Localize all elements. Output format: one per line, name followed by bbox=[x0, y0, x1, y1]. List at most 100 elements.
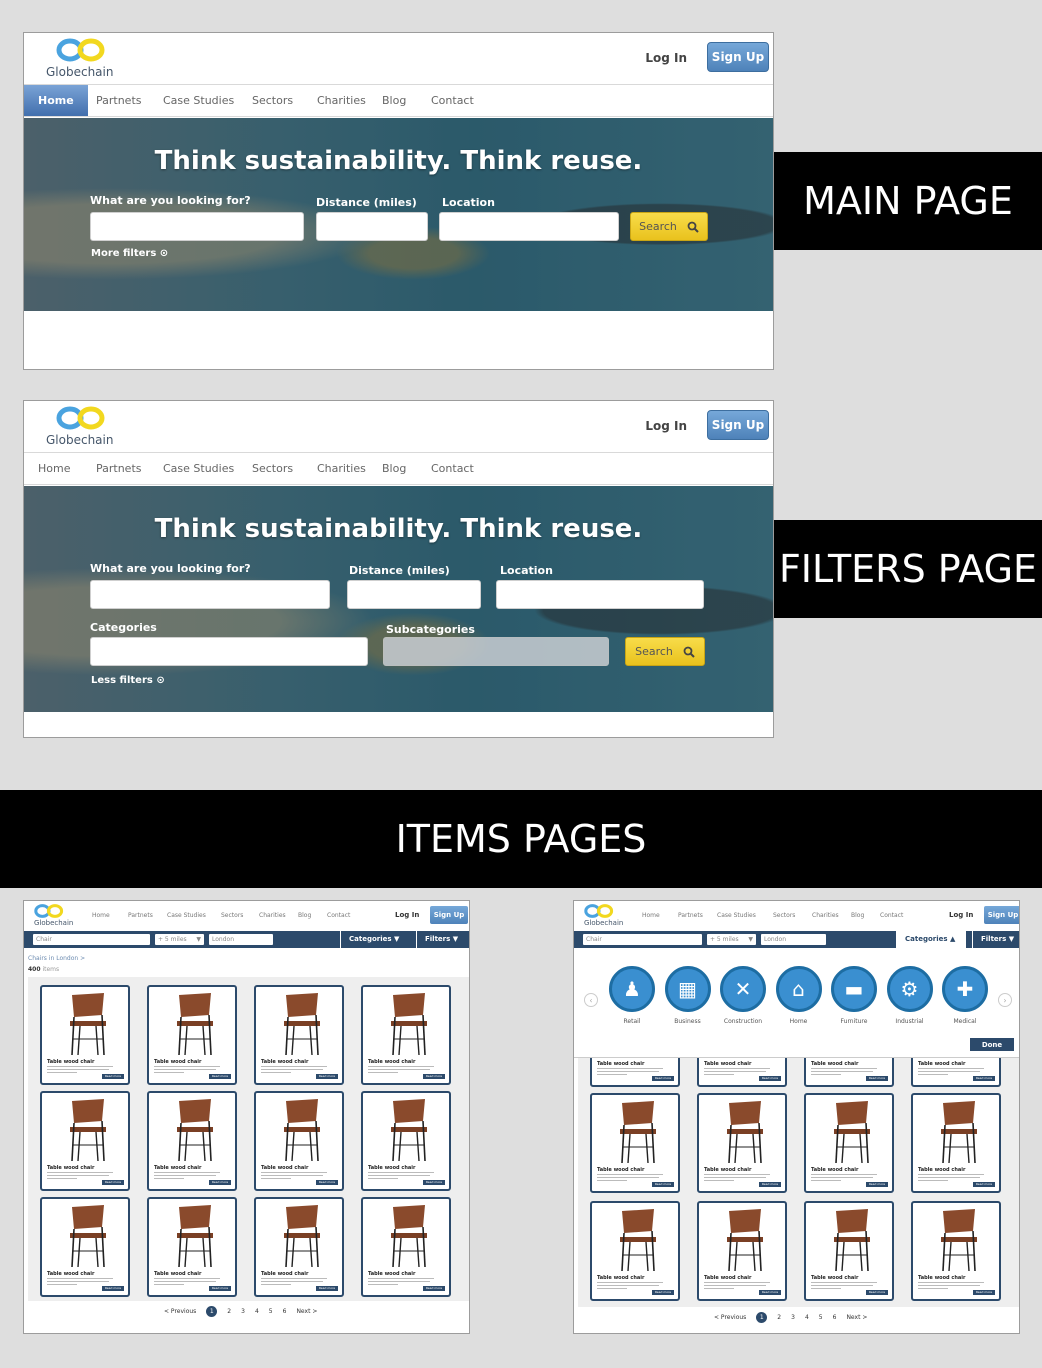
location-input[interactable]: London bbox=[209, 934, 273, 945]
item-card[interactable]: Table wood chair Read more bbox=[40, 985, 130, 1085]
read-more-button[interactable]: Read more bbox=[866, 1290, 888, 1295]
nav-blog[interactable]: Blog bbox=[382, 85, 406, 116]
pager-prev[interactable]: < Previous bbox=[164, 1308, 196, 1315]
read-more-button[interactable]: Read more bbox=[102, 1180, 124, 1185]
item-card[interactable]: Table wood chair Read more bbox=[590, 1057, 680, 1087]
nav-partners[interactable]: Partnets bbox=[96, 85, 142, 116]
item-card[interactable]: Table wood chair Read more bbox=[697, 1057, 787, 1087]
globechain-logo[interactable]: Globechain bbox=[46, 405, 118, 449]
what-input[interactable] bbox=[90, 212, 304, 241]
pager-page-6[interactable]: 6 bbox=[833, 1314, 837, 1321]
signup-button[interactable]: Sign Up bbox=[984, 906, 1019, 924]
subcategories-input[interactable] bbox=[383, 637, 609, 666]
pager-prev[interactable]: < Previous bbox=[714, 1314, 746, 1321]
location-input[interactable]: London bbox=[761, 934, 826, 945]
item-card[interactable]: Table wood chair Read more bbox=[147, 1197, 237, 1297]
category-medical[interactable]: ✚ Medical bbox=[941, 966, 989, 1025]
chevron-right-icon[interactable]: › bbox=[998, 993, 1012, 1007]
pager-page-5[interactable]: 5 bbox=[819, 1314, 823, 1321]
read-more-button[interactable]: Read more bbox=[866, 1182, 888, 1187]
item-card[interactable]: Table wood chair Read more bbox=[911, 1093, 1001, 1193]
login-link[interactable]: Log In bbox=[395, 911, 419, 919]
read-more-button[interactable]: Read more bbox=[973, 1290, 995, 1295]
categories-input[interactable] bbox=[90, 637, 368, 666]
item-card[interactable]: Table wood chair Read more bbox=[254, 1197, 344, 1297]
read-more-button[interactable]: Read more bbox=[316, 1074, 338, 1079]
filters-dropdown[interactable]: Filters ▼ bbox=[416, 931, 469, 948]
nav-home[interactable]: Home bbox=[642, 912, 660, 919]
item-card[interactable]: Table wood chair Read more bbox=[911, 1201, 1001, 1301]
category-home[interactable]: ⌂ Home bbox=[775, 966, 823, 1025]
categories-dropdown[interactable]: Categories ▼ bbox=[340, 931, 410, 948]
chevron-left-icon[interactable]: ‹ bbox=[584, 993, 598, 1007]
item-card[interactable]: Table wood chair Read more bbox=[147, 985, 237, 1085]
nav-contact[interactable]: Contact bbox=[431, 453, 474, 484]
pager-page-5[interactable]: 5 bbox=[269, 1308, 273, 1315]
pager-next[interactable]: Next > bbox=[296, 1308, 317, 1315]
signup-button[interactable]: Sign Up bbox=[707, 410, 769, 440]
nav-partners[interactable]: Partnets bbox=[128, 912, 153, 919]
pager-page-1[interactable]: 1 bbox=[756, 1312, 768, 1323]
filters-dropdown[interactable]: Filters ▼ bbox=[972, 931, 1019, 948]
read-more-button[interactable]: Read more bbox=[652, 1182, 674, 1187]
item-card[interactable]: Table wood chair Read more bbox=[40, 1197, 130, 1297]
item-card[interactable]: Table wood chair Read more bbox=[911, 1057, 1001, 1087]
nav-charities[interactable]: Charities bbox=[812, 912, 839, 919]
item-card[interactable]: Table wood chair Read more bbox=[804, 1093, 894, 1193]
globechain-logo[interactable] bbox=[584, 903, 614, 919]
read-more-button[interactable]: Read more bbox=[102, 1286, 124, 1291]
item-card[interactable]: Table wood chair Read more bbox=[804, 1057, 894, 1087]
read-more-button[interactable]: Read more bbox=[973, 1076, 995, 1081]
signup-button[interactable]: Sign Up bbox=[430, 906, 468, 924]
distance-input[interactable] bbox=[347, 580, 481, 609]
read-more-button[interactable]: Read more bbox=[652, 1290, 674, 1295]
nav-sectors[interactable]: Sectors bbox=[252, 85, 293, 116]
what-input[interactable] bbox=[90, 580, 330, 609]
nav-blog[interactable]: Blog bbox=[382, 453, 406, 484]
item-card[interactable]: Table wood chair Read more bbox=[804, 1201, 894, 1301]
item-card[interactable]: Table wood chair Read more bbox=[361, 1091, 451, 1191]
read-more-button[interactable]: Read more bbox=[866, 1076, 888, 1081]
item-card[interactable]: Table wood chair Read more bbox=[697, 1201, 787, 1301]
location-input[interactable] bbox=[439, 212, 619, 241]
pager-page-2[interactable]: 2 bbox=[227, 1308, 231, 1315]
login-link[interactable]: Log In bbox=[645, 51, 687, 65]
nav-partners[interactable]: Partnets bbox=[678, 912, 703, 919]
signup-button[interactable]: Sign Up bbox=[707, 42, 769, 72]
nav-case-studies[interactable]: Case Studies bbox=[163, 85, 234, 116]
read-more-button[interactable]: Read more bbox=[102, 1074, 124, 1079]
read-more-button[interactable]: Read more bbox=[759, 1182, 781, 1187]
pager-page-3[interactable]: 3 bbox=[791, 1314, 795, 1321]
nav-sectors[interactable]: Sectors bbox=[252, 453, 293, 484]
globechain-logo[interactable]: Globechain bbox=[46, 37, 118, 81]
search-button[interactable]: Search bbox=[630, 212, 708, 241]
category-construction[interactable]: ✕ Construction bbox=[719, 966, 767, 1025]
read-more-button[interactable]: Read more bbox=[423, 1286, 445, 1291]
item-card[interactable]: Table wood chair Read more bbox=[361, 1197, 451, 1297]
pager-page-1[interactable]: 1 bbox=[206, 1306, 218, 1317]
read-more-button[interactable]: Read more bbox=[423, 1180, 445, 1185]
nav-contact[interactable]: Contact bbox=[431, 85, 474, 116]
item-card[interactable]: Table wood chair Read more bbox=[697, 1093, 787, 1193]
item-card[interactable]: Table wood chair Read more bbox=[147, 1091, 237, 1191]
pager-page-4[interactable]: 4 bbox=[805, 1314, 809, 1321]
categories-dropdown[interactable]: Categories ▲ bbox=[896, 931, 966, 948]
nav-case-studies[interactable]: Case Studies bbox=[163, 453, 234, 484]
nav-home[interactable]: Home bbox=[92, 912, 110, 919]
login-link[interactable]: Log In bbox=[949, 911, 973, 919]
nav-sectors[interactable]: Sectors bbox=[221, 912, 243, 919]
less-filters-link[interactable]: Less filters ⊙ bbox=[91, 675, 165, 686]
category-industrial[interactable]: ⚙ Industrial bbox=[886, 966, 934, 1025]
item-card[interactable]: Table wood chair Read more bbox=[254, 1091, 344, 1191]
nav-home[interactable]: Home bbox=[24, 85, 88, 116]
nav-charities[interactable]: Charities bbox=[317, 453, 366, 484]
nav-partners[interactable]: Partnets bbox=[96, 453, 142, 484]
pager-page-2[interactable]: 2 bbox=[777, 1314, 781, 1321]
item-card[interactable]: Table wood chair Read more bbox=[40, 1091, 130, 1191]
nav-charities[interactable]: Charities bbox=[317, 85, 366, 116]
read-more-button[interactable]: Read more bbox=[973, 1182, 995, 1187]
pager-page-4[interactable]: 4 bbox=[255, 1308, 259, 1315]
search-input[interactable]: Chair bbox=[583, 934, 702, 945]
nav-sectors[interactable]: Sectors bbox=[773, 912, 795, 919]
distance-select[interactable]: + 5 miles ▼ bbox=[707, 934, 756, 945]
